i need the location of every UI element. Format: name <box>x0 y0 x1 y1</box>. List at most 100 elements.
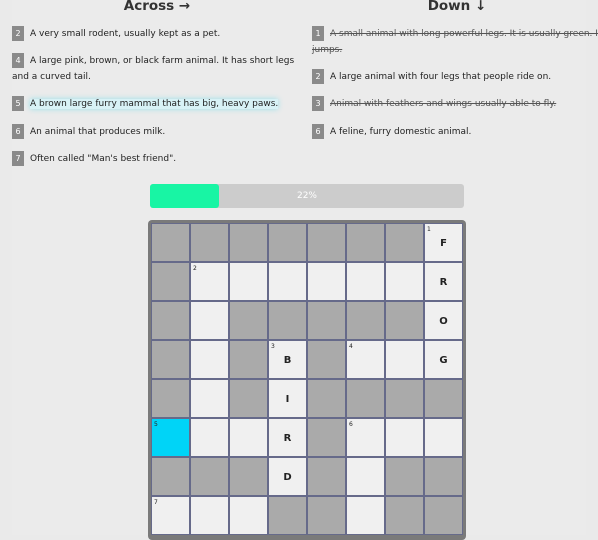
block-cell <box>229 379 268 418</box>
grid-cell[interactable]: D <box>268 457 307 496</box>
block-cell <box>385 496 424 535</box>
down-clue-6[interactable]: 6 A feline, furry domestic animal. <box>312 124 471 140</box>
across-clue-5[interactable]: 5 A brown large furry mammal that has big… <box>12 96 279 112</box>
cell-number: 5 <box>154 421 158 428</box>
across-clue-6[interactable]: 6 An animal that produces milk. <box>12 124 165 140</box>
cell-letter: F <box>440 238 447 249</box>
clue-number: 4 <box>12 53 24 68</box>
block-cell <box>151 340 190 379</box>
grid-cell[interactable]: I <box>268 379 307 418</box>
clue-text: A small animal with long powerful legs. … <box>330 29 598 39</box>
down-clue-3[interactable]: 3 Animal with feathers and wings usually … <box>312 96 556 112</box>
grid-cell[interactable] <box>190 301 229 340</box>
grid-cell[interactable]: 4 <box>346 340 385 379</box>
cell-number: 7 <box>154 499 158 506</box>
block-cell <box>229 223 268 262</box>
grid-cell[interactable]: 2 <box>190 262 229 301</box>
cell-number: 2 <box>193 265 197 272</box>
block-cell <box>307 496 346 535</box>
grid-cell[interactable] <box>190 496 229 535</box>
grid-cell[interactable]: R <box>268 418 307 457</box>
down-clues: Down ↓ 1 A small animal with long powerfu… <box>312 0 598 139</box>
grid-cell[interactable] <box>346 262 385 301</box>
progress-label: 22% <box>296 191 317 201</box>
grid-cell[interactable]: 1F <box>424 223 463 262</box>
cell-number: 1 <box>427 226 431 233</box>
grid-cell[interactable] <box>229 496 268 535</box>
grid-cell[interactable]: G <box>424 340 463 379</box>
crossword-grid-frame: 1F2RO3B4GI5R6D7 <box>148 220 466 540</box>
clue-text: An animal that produces milk. <box>30 127 166 137</box>
across-clue-7[interactable]: 7 Often called "Man's best friend". <box>12 151 176 167</box>
cell-letter: D <box>283 472 292 483</box>
block-cell <box>151 301 190 340</box>
cell-letter: B <box>283 355 292 366</box>
clue-text: A large animal with four legs that peopl… <box>330 72 552 82</box>
grid-cell[interactable] <box>385 262 424 301</box>
block-cell <box>151 262 190 301</box>
grid-cell[interactable] <box>268 262 307 301</box>
grid-cell[interactable] <box>190 418 229 457</box>
block-cell <box>385 379 424 418</box>
block-cell <box>307 418 346 457</box>
grid-cell[interactable]: 3B <box>268 340 307 379</box>
grid-cell[interactable]: 7 <box>151 496 190 535</box>
block-cell <box>346 223 385 262</box>
block-cell <box>385 457 424 496</box>
across-heading: Across → <box>123 0 191 14</box>
clue-number: 2 <box>312 69 324 84</box>
clue-number: 5 <box>12 96 24 111</box>
clue-text: Often called "Man's best friend". <box>30 154 177 164</box>
block-cell <box>307 223 346 262</box>
cell-letter: R <box>283 433 292 444</box>
cell-number: 3 <box>271 343 275 350</box>
clue-number: 2 <box>12 26 24 41</box>
block-cell <box>307 379 346 418</box>
grid-cell[interactable] <box>229 262 268 301</box>
grid-cell[interactable] <box>307 262 346 301</box>
clue-number: 7 <box>12 151 24 166</box>
across-clue-2[interactable]: 2 A very small rodent, usually kept as a … <box>12 26 220 42</box>
clue-text-continued: and a curved tail. <box>12 72 91 82</box>
block-cell <box>385 301 424 340</box>
block-cell <box>424 457 463 496</box>
grid-cell[interactable]: 5 <box>151 418 190 457</box>
across-clues: Across → 2 A very small rodent, usually k… <box>12 0 302 166</box>
clue-text: A feline, furry domestic animal. <box>330 127 472 137</box>
down-clue-1[interactable]: 1 A small animal with long powerful legs.… <box>312 26 598 58</box>
grid-cell[interactable] <box>385 340 424 379</box>
down-heading: Down ↓ <box>427 0 487 14</box>
grid-cell[interactable] <box>190 379 229 418</box>
progress-bar: 22% <box>150 184 464 208</box>
block-cell <box>190 457 229 496</box>
block-cell <box>307 457 346 496</box>
clue-text: A large pink, brown, or black farm anima… <box>30 56 295 66</box>
clue-text: Animal with feathers and wings usually a… <box>330 99 557 109</box>
clue-text: A brown large furry mammal that has big,… <box>30 99 279 109</box>
clue-number: 3 <box>312 96 324 111</box>
block-cell <box>268 223 307 262</box>
cell-letter: O <box>439 316 448 327</box>
grid-cell[interactable] <box>190 340 229 379</box>
clue-text-continued: jumps. <box>312 45 343 55</box>
grid-cell[interactable] <box>346 457 385 496</box>
block-cell <box>307 301 346 340</box>
block-cell <box>424 496 463 535</box>
cell-letter: R <box>439 277 448 288</box>
grid-cell[interactable]: O <box>424 301 463 340</box>
block-cell <box>229 301 268 340</box>
cell-letter: G <box>439 355 448 366</box>
block-cell <box>229 457 268 496</box>
cell-number: 4 <box>349 343 353 350</box>
clue-number: 6 <box>312 124 324 139</box>
down-clue-2[interactable]: 2 A large animal with four legs that peop… <box>312 69 551 85</box>
grid-cell[interactable] <box>385 418 424 457</box>
grid-cell[interactable]: R <box>424 262 463 301</box>
grid-cell[interactable] <box>229 418 268 457</box>
crossword-panel: Across → 2 A very small rodent, usually k… <box>12 0 598 540</box>
grid-cell[interactable] <box>424 418 463 457</box>
grid-cell[interactable] <box>346 496 385 535</box>
across-clue-4[interactable]: 4 A large pink, brown, or black farm anim… <box>12 53 294 85</box>
block-cell <box>385 223 424 262</box>
grid-cell[interactable]: 6 <box>346 418 385 457</box>
